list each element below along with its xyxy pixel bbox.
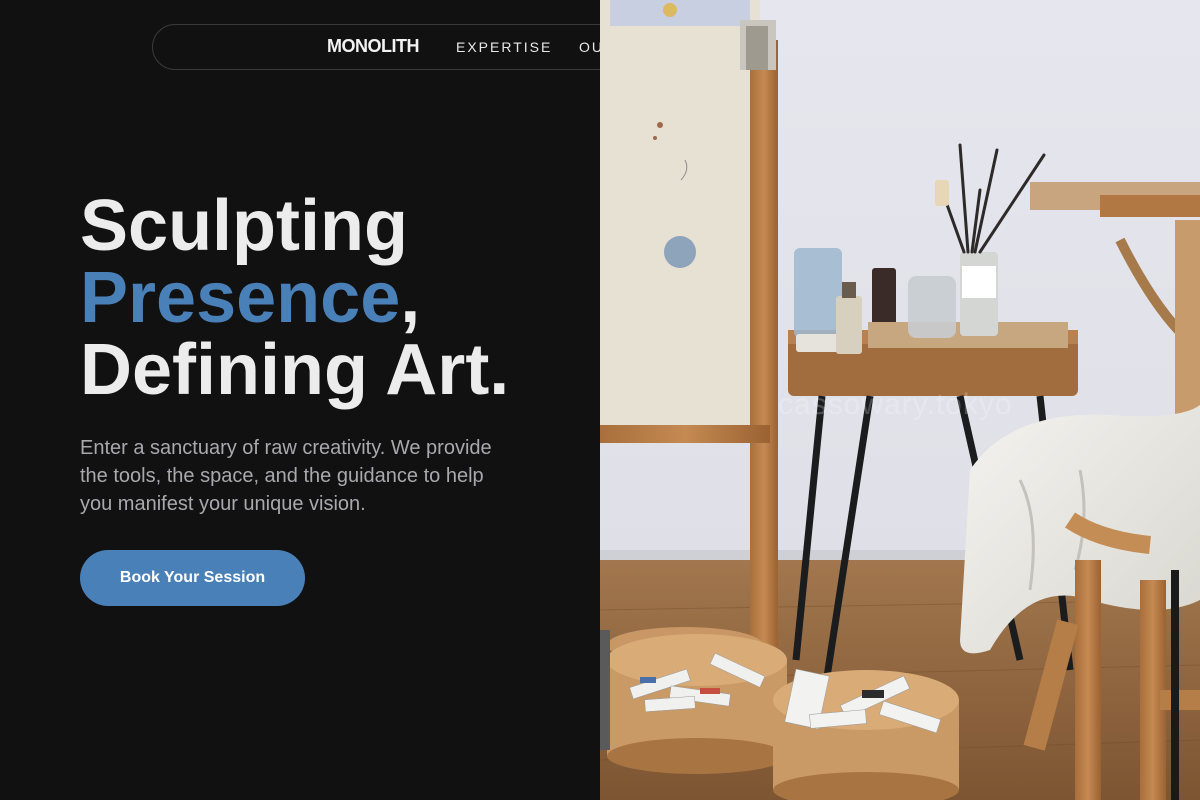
book-session-button[interactable]: Book Your Session <box>80 550 305 606</box>
photo-watermark: cassowary.tokyo <box>778 388 1013 421</box>
paint-tube-bowl-right <box>773 668 959 800</box>
paint-tube-bowl-left <box>607 627 787 774</box>
headline-line-2: Presence, <box>80 262 580 334</box>
brand-logo[interactable]: MONOLITH <box>327 36 420 57</box>
hero-headline: Sculpting Presence, Defining Art. <box>80 190 580 406</box>
hero-description: Enter a sanctuary of raw creativity. We … <box>80 437 492 515</box>
nav-link-expertise[interactable]: EXPERTISE <box>456 39 552 55</box>
headline-line-1: Sculpting <box>80 186 408 266</box>
hero-photo: cassowary.tokyo <box>600 0 1200 800</box>
headline-accent-word: Presence <box>80 258 401 338</box>
headline-comma: , <box>400 258 421 338</box>
headline-line-3: Defining Art. <box>80 330 510 410</box>
